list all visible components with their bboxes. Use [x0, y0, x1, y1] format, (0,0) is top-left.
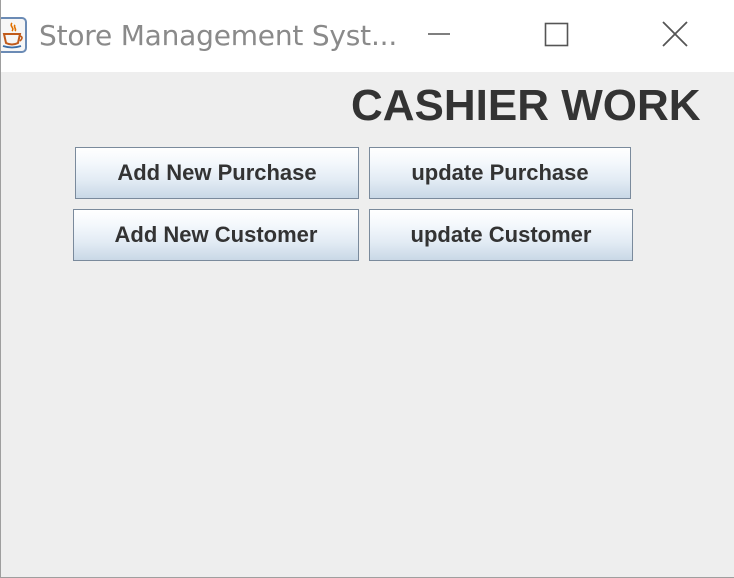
minimize-button[interactable]	[387, 0, 497, 72]
minimize-icon	[428, 33, 450, 35]
close-button[interactable]	[621, 0, 731, 72]
update-purchase-button[interactable]: update Purchase	[369, 147, 631, 199]
page-title: CASHIER WORK	[351, 81, 701, 130]
add-new-customer-button[interactable]: Add New Customer	[73, 209, 359, 261]
add-new-purchase-button[interactable]: Add New Purchase	[75, 147, 359, 199]
main-panel: CASHIER WORK Add New Purchase update Pur…	[1, 72, 734, 577]
java-icon[interactable]	[1, 17, 27, 53]
update-customer-button[interactable]: update Customer	[369, 209, 633, 261]
maximize-button[interactable]	[501, 0, 611, 72]
close-icon	[662, 21, 688, 47]
maximize-icon	[544, 22, 569, 47]
window-title: Store Management Syst...	[39, 19, 398, 52]
app-window: Store Management Syst... CASHIER WORK Ad…	[0, 0, 734, 578]
title-bar[interactable]: Store Management Syst...	[1, 0, 734, 72]
